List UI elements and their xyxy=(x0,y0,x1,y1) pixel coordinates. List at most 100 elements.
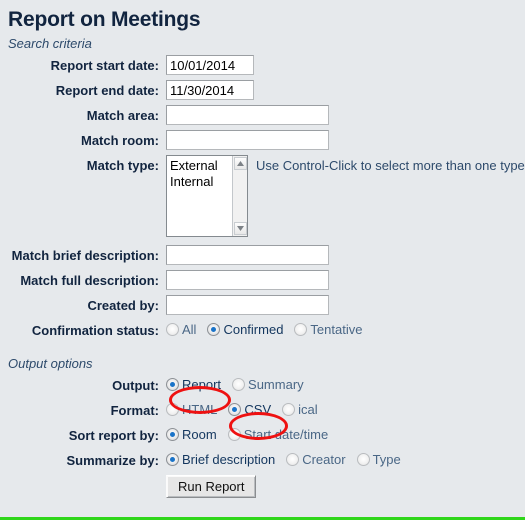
row-match-brief-description: Match brief description: xyxy=(0,245,525,266)
row-report-start-date: Report start date: xyxy=(0,55,525,76)
confirmation-status-radio-group: All Confirmed Tentative xyxy=(166,320,362,337)
match-type-option[interactable]: External xyxy=(170,158,232,174)
field-confirmation-status: All Confirmed Tentative xyxy=(166,320,525,337)
radio-sort-room[interactable]: Room xyxy=(166,427,217,442)
radio-label: Brief description xyxy=(182,452,276,467)
report-start-date-input[interactable] xyxy=(166,55,254,75)
match-type-options[interactable]: External Internal xyxy=(167,156,232,236)
field-format: HTML CSV ical xyxy=(166,400,525,417)
output-options-legend: Output options xyxy=(8,356,93,371)
label-match-area: Match area: xyxy=(86,108,159,123)
radio-format-html[interactable]: HTML xyxy=(166,402,217,417)
radio-label: Report xyxy=(182,377,222,392)
field-match-type: External Internal Use Control-Click to s… xyxy=(166,155,525,237)
radio-output-report[interactable]: Report xyxy=(166,377,221,392)
match-full-description-input[interactable] xyxy=(166,270,329,290)
report-page: Report on Meetings Search criteria Repor… xyxy=(0,0,525,520)
search-criteria-form: Report start date: Report end date: Matc… xyxy=(0,55,525,341)
listbox-scrollbar[interactable] xyxy=(232,156,247,236)
field-match-brief-description xyxy=(166,245,525,265)
radio-label: Creator xyxy=(302,452,346,467)
radio-icon[interactable] xyxy=(166,323,179,336)
radio-icon[interactable] xyxy=(232,378,246,391)
label-match-brief-description: Match brief description: xyxy=(11,248,159,263)
radio-label: CSV xyxy=(244,402,272,417)
created-by-input[interactable] xyxy=(166,295,329,315)
radio-summarize-type[interactable]: Type xyxy=(356,452,401,467)
output-options-form: Output: Report Summary Format: HTML CSV … xyxy=(0,375,525,498)
field-match-room xyxy=(166,130,525,150)
label-report-end-date: Report end date: xyxy=(55,83,159,98)
radio-label: All xyxy=(182,322,197,337)
row-match-area: Match area: xyxy=(0,105,525,126)
radio-format-ical[interactable]: ical xyxy=(282,402,318,417)
match-brief-description-input[interactable] xyxy=(166,245,329,265)
radio-confirmation-all[interactable]: All xyxy=(166,322,196,337)
radio-icon[interactable] xyxy=(282,403,296,416)
radio-icon[interactable] xyxy=(356,453,370,466)
row-format: Format: HTML CSV ical xyxy=(0,400,525,421)
radio-icon[interactable] xyxy=(286,453,300,466)
row-confirmation-status: Confirmation status: All Confirmed Tenta… xyxy=(0,320,525,341)
radio-icon[interactable] xyxy=(166,403,179,416)
match-type-listbox[interactable]: External Internal xyxy=(166,155,248,237)
field-summarize-by: Brief description Creator Type xyxy=(166,450,525,467)
label-confirmation-status: Confirmation status: xyxy=(31,323,159,338)
radio-label: Type xyxy=(372,452,401,467)
label-submit-spacer xyxy=(0,475,166,478)
radio-label: Tentative xyxy=(310,322,363,337)
row-match-room: Match room: xyxy=(0,130,525,151)
label-summarize-by: Summarize by: xyxy=(66,453,159,468)
radio-label: Start date/time xyxy=(243,427,329,442)
radio-label: Room xyxy=(182,427,217,442)
label-match-type: Match type: xyxy=(86,158,159,173)
radio-format-csv[interactable]: CSV xyxy=(228,402,271,417)
radio-icon[interactable] xyxy=(166,453,179,466)
radio-sort-start-datetime[interactable]: Start date/time xyxy=(227,427,329,442)
row-match-type: Match type: External Internal Use Contro… xyxy=(0,155,525,237)
row-created-by: Created by: xyxy=(0,295,525,316)
field-report-end-date xyxy=(166,80,525,100)
row-summarize-by: Summarize by: Brief description Creator … xyxy=(0,450,525,471)
radio-confirmation-tentative[interactable]: Tentative xyxy=(294,322,362,337)
field-created-by xyxy=(166,295,525,315)
match-area-input[interactable] xyxy=(166,105,329,125)
scroll-up-arrow-icon[interactable] xyxy=(233,157,247,170)
radio-label: Confirmed xyxy=(223,322,284,337)
radio-label: HTML xyxy=(182,402,218,417)
radio-summarize-creator[interactable]: Creator xyxy=(286,452,346,467)
sort-report-by-radio-group: Room Start date/time xyxy=(166,425,328,442)
radio-output-summary[interactable]: Summary xyxy=(232,377,304,392)
field-match-area xyxy=(166,105,525,125)
match-type-hint: Use Control-Click to select more than on… xyxy=(256,158,525,173)
radio-icon[interactable] xyxy=(227,428,241,441)
row-sort-report-by: Sort report by: Room Start date/time xyxy=(0,425,525,446)
radio-icon[interactable] xyxy=(166,428,179,441)
row-submit: Run Report xyxy=(0,475,525,498)
output-radio-group: Report Summary xyxy=(166,375,304,392)
label-created-by: Created by: xyxy=(87,298,159,313)
scroll-down-arrow-icon[interactable] xyxy=(233,222,247,235)
match-room-input[interactable] xyxy=(166,130,329,150)
summarize-by-radio-group: Brief description Creator Type xyxy=(166,450,401,467)
field-report-start-date xyxy=(166,55,525,75)
format-radio-group: HTML CSV ical xyxy=(166,400,318,417)
report-end-date-input[interactable] xyxy=(166,80,254,100)
label-output: Output: xyxy=(112,378,159,393)
radio-icon[interactable] xyxy=(228,403,242,416)
radio-icon[interactable] xyxy=(294,323,308,336)
radio-icon[interactable] xyxy=(166,378,179,391)
label-sort-report-by: Sort report by: xyxy=(68,428,159,443)
search-criteria-legend: Search criteria xyxy=(8,36,92,51)
radio-summarize-brief-description[interactable]: Brief description xyxy=(166,452,275,467)
label-report-start-date: Report start date: xyxy=(50,58,159,73)
radio-confirmation-confirmed[interactable]: Confirmed xyxy=(207,322,283,337)
match-type-option[interactable]: Internal xyxy=(170,174,232,190)
field-output: Report Summary xyxy=(166,375,525,392)
radio-icon[interactable] xyxy=(207,323,221,336)
radio-label: Summary xyxy=(248,377,304,392)
run-report-button[interactable]: Run Report xyxy=(166,475,257,498)
row-match-full-description: Match full description: xyxy=(0,270,525,291)
label-match-full-description: Match full description: xyxy=(20,273,159,288)
row-report-end-date: Report end date: xyxy=(0,80,525,101)
